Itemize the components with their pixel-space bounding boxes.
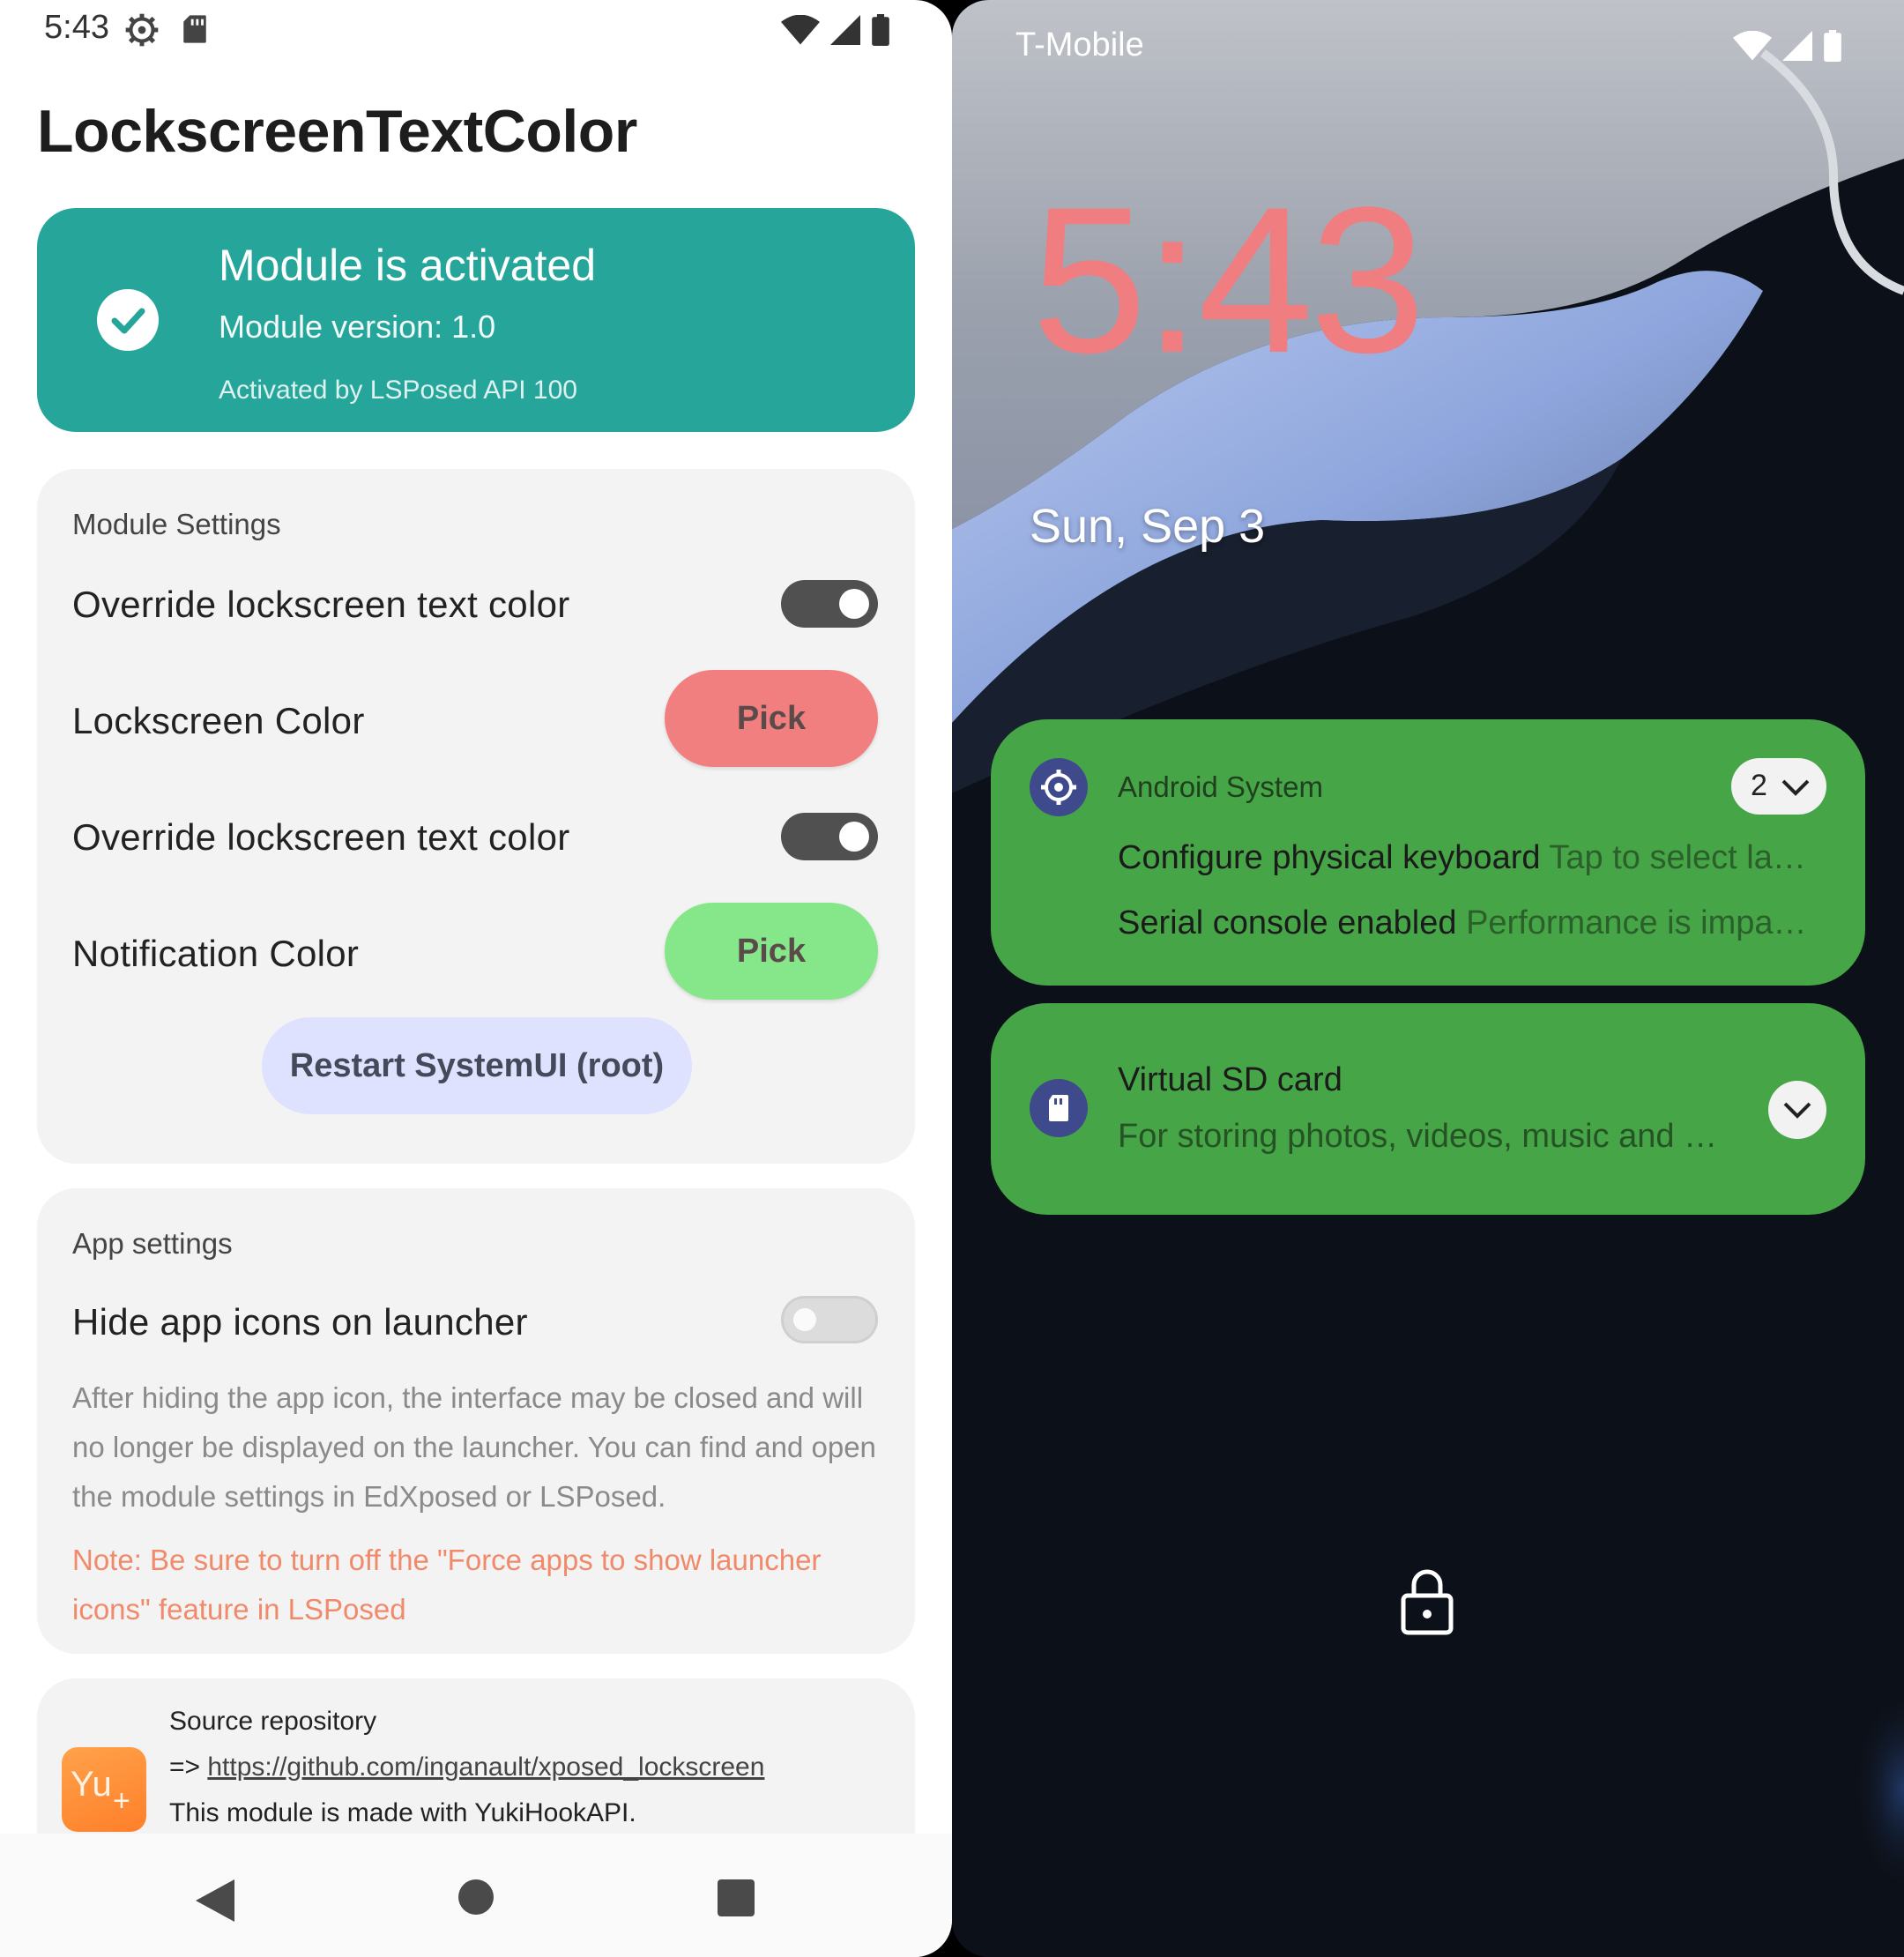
notification-line: Serial console enabled Performance is im… <box>1118 904 1823 942</box>
activated-by: Activated by LSPosed API 100 <box>219 376 577 405</box>
app-screen: 5:43 LockscreenTextColor Module is activ <box>0 0 952 1957</box>
notification-count-expand[interactable]: 2 <box>1731 758 1826 815</box>
notification-title: Configure physical keyboard <box>1118 839 1541 876</box>
notification-title: Serial console enabled <box>1118 904 1457 941</box>
notification-count: 2 <box>1751 769 1767 802</box>
hide-icons-label: Hide app icons on launcher <box>72 1301 528 1343</box>
navigation-bar <box>0 1834 952 1957</box>
logo-mark: + <box>113 1784 130 1818</box>
repo-heading: Source repository <box>169 1707 377 1736</box>
android-system-notification[interactable]: Android System 2 Configure physical keyb… <box>991 719 1865 986</box>
carrier-name: T-Mobile <box>1015 26 1144 63</box>
notification-title: Virtual SD card <box>1118 1061 1342 1098</box>
repo-link-prefix: => <box>169 1752 208 1782</box>
wifi-icon <box>781 15 820 45</box>
app-title: LockscreenTextColor <box>37 98 637 165</box>
module-settings-card: Module Settings Override lockscreen text… <box>37 469 915 1164</box>
yukihookapi-logo: Yu + <box>62 1747 146 1832</box>
status-icons <box>1733 30 1842 62</box>
module-status-card: Module is activated Module version: 1.0 … <box>37 208 915 432</box>
app-settings-heading: App settings <box>72 1227 233 1260</box>
status-title: Module is activated <box>219 241 597 290</box>
lockscreen: T-Mobile 5:43 Sun, Sep 3 Android System … <box>952 0 1904 1957</box>
lockscreen-date: Sun, Sep 3 <box>1030 500 1266 553</box>
hide-icons-toggle[interactable] <box>781 1296 878 1343</box>
sd-card-icon <box>1030 1079 1088 1137</box>
pick-notification-color-button[interactable]: Pick <box>665 903 878 1000</box>
override-lockscreen-label: Override lockscreen text color <box>72 584 570 625</box>
override-notification-toggle[interactable] <box>781 813 878 860</box>
logo-text: Yu <box>71 1765 112 1804</box>
home-icon[interactable] <box>458 1879 494 1915</box>
cell-signal-icon <box>830 15 860 45</box>
notification-expand-button[interactable] <box>1768 1081 1826 1139</box>
chevron-down-icon <box>1781 779 1810 796</box>
notification-text: Performance is impa… <box>1466 904 1807 941</box>
recents-icon[interactable] <box>718 1879 755 1916</box>
notification-color-label: Notification Color <box>72 933 360 974</box>
launcher-icons-note: Note: Be sure to turn off the "Force app… <box>72 1544 822 1626</box>
lock-icon <box>1401 1569 1454 1635</box>
repo-link[interactable]: https://github.com/inganault/xposed_lock… <box>207 1752 764 1782</box>
settings-gear-icon <box>1030 758 1088 816</box>
override-notification-label: Override lockscreen text color <box>72 816 570 858</box>
lockscreen-clock: 5:43 <box>1031 164 1425 397</box>
toggle-knob <box>793 1308 816 1331</box>
module-version: Module version: 1.0 <box>219 309 496 345</box>
restart-systemui-button[interactable]: Restart SystemUI (root) <box>262 1017 692 1114</box>
notification-text: Tap to select la… <box>1549 839 1806 876</box>
battery-icon <box>872 14 889 46</box>
override-lockscreen-toggle[interactable] <box>781 580 878 628</box>
status-bar: 5:43 <box>0 0 952 62</box>
battery-icon <box>1824 30 1841 62</box>
toggle-knob <box>839 822 869 852</box>
check-icon <box>97 289 159 351</box>
notification-app-name: Android System <box>1118 770 1323 803</box>
sd-card-icon <box>183 15 206 43</box>
back-icon[interactable] <box>196 1879 234 1922</box>
module-settings-heading: Module Settings <box>72 508 281 540</box>
status-icons <box>781 14 890 46</box>
notification-line: Configure physical keyboard Tap to selec… <box>1118 839 1823 877</box>
source-repository-card: Yu + Source repository => https://github… <box>37 1678 915 1837</box>
virtual-sd-card-notification[interactable]: Virtual SD card For storing photos, vide… <box>991 1003 1865 1215</box>
lockscreen-color-label: Lockscreen Color <box>72 700 365 741</box>
pick-lockscreen-color-button[interactable]: Pick <box>665 670 878 767</box>
app-settings-card: App settings Hide app icons on launcher … <box>37 1188 915 1654</box>
toggle-knob <box>839 589 869 619</box>
settings-gear-icon <box>125 13 159 47</box>
cell-signal-icon <box>1782 31 1812 61</box>
status-time: 5:43 <box>44 9 109 46</box>
notification-text: For storing photos, videos, music and … <box>1118 1118 1718 1155</box>
wifi-icon <box>1733 31 1772 61</box>
chevron-down-icon <box>1783 1102 1811 1119</box>
repo-link-line: => https://github.com/inganault/xposed_l… <box>169 1752 764 1782</box>
made-with-text: This module is made with YukiHookAPI. <box>169 1798 636 1827</box>
hide-icons-description: After hiding the app icon, the interface… <box>72 1381 876 1513</box>
